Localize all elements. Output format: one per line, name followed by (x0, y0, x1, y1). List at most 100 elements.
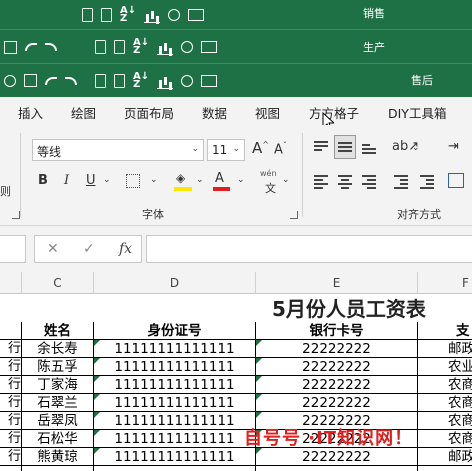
file-icon[interactable] (82, 8, 93, 22)
tab-fangfange[interactable]: 方方格子 (309, 103, 359, 122)
header-card[interactable]: 银行卡号 (256, 322, 418, 340)
table-row-partial[interactable] (256, 466, 418, 471)
header-cell-partial[interactable] (0, 322, 22, 340)
font-size-select[interactable]: 11 ⌄ (207, 139, 245, 161)
header-bank[interactable]: 支 (418, 322, 472, 340)
row-partial-cell[interactable]: 行 (0, 376, 22, 394)
align-center-icon[interactable] (338, 175, 352, 189)
autosave-icon[interactable] (4, 74, 16, 87)
name-box[interactable] (0, 235, 26, 263)
tab-diy-toolbox[interactable]: DIY工具箱 (388, 103, 446, 122)
tab-insert[interactable]: 插入 (18, 103, 43, 122)
border-icon[interactable] (126, 174, 140, 188)
shape-icon[interactable] (168, 9, 180, 21)
sheet-title[interactable]: 5月份人员工资表 (272, 294, 426, 324)
row-header-corner[interactable] (0, 272, 22, 294)
undo-icon[interactable] (25, 43, 37, 51)
cell-name[interactable]: 余长寿 (22, 340, 94, 358)
undo-icon[interactable] (45, 76, 57, 85)
tab-data[interactable]: 数据 (202, 103, 227, 122)
cell-bank[interactable]: 邮政 (418, 448, 472, 466)
textbox-icon[interactable] (188, 9, 204, 21)
table-row-partial[interactable] (94, 466, 256, 471)
file-icon[interactable] (95, 40, 106, 54)
textbox-icon[interactable] (201, 74, 217, 87)
align-bottom-icon[interactable] (362, 141, 376, 154)
tab-draw[interactable]: 绘图 (71, 103, 96, 122)
column-header-f[interactable]: F (418, 272, 472, 294)
formula-input[interactable] (146, 235, 472, 263)
grow-font-button[interactable]: A^ (252, 139, 269, 157)
row-partial-cell[interactable]: 行 (0, 412, 22, 430)
chart-icon[interactable] (157, 73, 173, 89)
decrease-indent-icon[interactable] (394, 175, 408, 189)
save-icon[interactable] (4, 40, 17, 54)
redo-icon[interactable] (45, 43, 57, 51)
header-name[interactable]: 姓名 (22, 322, 94, 340)
row-partial-cell[interactable]: 行 (0, 430, 22, 448)
align-left-icon[interactable] (314, 175, 328, 189)
chevron-down-icon[interactable]: ⌄ (196, 175, 204, 185)
chart-icon[interactable] (144, 7, 160, 23)
cell-card[interactable]: 22222222 (256, 394, 418, 412)
cell-card[interactable]: 22222222 (256, 448, 418, 466)
cell-name[interactable]: 陈五孚 (22, 358, 94, 376)
sort-az-icon[interactable]: A↓ Z (120, 6, 136, 24)
cell-id[interactable]: 11111111111111 (94, 394, 256, 412)
increase-indent-icon[interactable] (420, 175, 434, 189)
header-id[interactable]: 身份证号 (94, 322, 256, 340)
align-top-icon[interactable] (314, 141, 328, 153)
tab-view[interactable]: 视图 (255, 103, 280, 122)
insert-function-icon[interactable]: fx (119, 241, 132, 257)
cell-name[interactable]: 熊黄琼 (22, 448, 94, 466)
new-document-icon[interactable] (101, 8, 112, 22)
cell-bank[interactable]: 邮政 (418, 340, 472, 358)
row-partial-cell[interactable]: 行 (0, 340, 22, 358)
italic-button[interactable]: I (64, 173, 69, 188)
table-row-partial[interactable] (22, 466, 94, 471)
chevron-down-icon[interactable]: ⌄ (282, 175, 290, 185)
new-document-icon[interactable] (114, 73, 125, 88)
cell-id[interactable]: 11111111111111 (94, 340, 256, 358)
textbox-icon[interactable] (201, 41, 217, 53)
cell-name[interactable]: 石翠兰 (22, 394, 94, 412)
font-color-button[interactable]: A (215, 171, 224, 186)
row-partial-cell[interactable]: 行 (0, 448, 22, 466)
align-right-icon[interactable] (362, 175, 376, 189)
cell-id[interactable]: 11111111111111 (94, 430, 256, 448)
cell-id[interactable]: 11111111111111 (94, 358, 256, 376)
new-document-icon[interactable] (114, 40, 125, 54)
align-middle-icon[interactable] (338, 141, 352, 153)
cell-name[interactable]: 丁家海 (22, 376, 94, 394)
cell-card[interactable]: 22222222 (256, 358, 418, 376)
table-row-partial[interactable] (0, 466, 22, 471)
cell-card[interactable]: 22222222 (256, 340, 418, 358)
font-name-select[interactable]: 等线 ⌄ (32, 139, 204, 161)
save-icon[interactable] (24, 74, 37, 87)
file-icon[interactable] (95, 73, 106, 88)
chevron-down-icon[interactable]: ⌄ (103, 175, 111, 185)
row-partial-cell[interactable]: 行 (0, 358, 22, 376)
fill-color-button[interactable]: ◈ (176, 171, 185, 186)
cell-name[interactable]: 石松华 (22, 430, 94, 448)
cell-name[interactable]: 岳翠凤 (22, 412, 94, 430)
shrink-font-button[interactable]: Aˇ (274, 141, 287, 157)
dialog-launcher-icon[interactable] (290, 211, 298, 219)
chevron-down-icon[interactable]: ⌄ (150, 175, 158, 185)
cell-card[interactable]: 22222222 (256, 376, 418, 394)
chevron-down-icon[interactable]: ⌄ (412, 143, 420, 153)
sort-az-icon[interactable]: A↓ Z (133, 71, 149, 89)
column-header-c[interactable]: C (22, 272, 94, 294)
cell-id[interactable]: 11111111111111 (94, 412, 256, 430)
chart-icon[interactable] (157, 39, 173, 55)
chevron-down-icon[interactable]: ⌄ (237, 175, 245, 185)
enter-icon[interactable]: ✓ (83, 241, 95, 257)
cell-id[interactable]: 11111111111111 (94, 448, 256, 466)
tab-page-layout[interactable]: 页面布局 (124, 103, 174, 122)
row-partial-cell[interactable]: 行 (0, 394, 22, 412)
merge-center-icon[interactable] (448, 173, 464, 188)
cell-bank[interactable]: 农商 (418, 376, 472, 394)
shape-icon[interactable] (181, 74, 193, 87)
cancel-icon[interactable]: ✕ (47, 241, 59, 257)
cell-bank[interactable]: 农商 (418, 430, 472, 448)
